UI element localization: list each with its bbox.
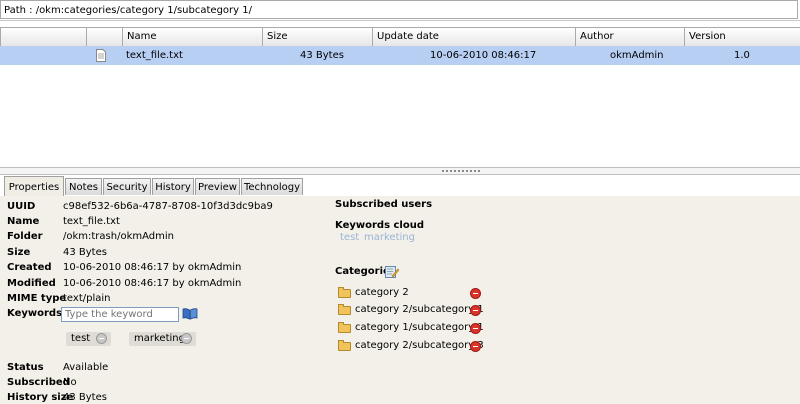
created-label: Created (7, 262, 52, 273)
cell-version: 1.0 (734, 50, 750, 61)
category-name: category 2/subcategory 3 (355, 340, 484, 351)
cloud-keyword[interactable]: test (340, 232, 359, 243)
status-label: Status (7, 362, 44, 373)
cell-author: okmAdmin (610, 50, 664, 61)
document-icon (96, 49, 106, 62)
subscribed-users-heading: Subscribed users (335, 199, 433, 210)
column-header-blank[interactable] (86, 28, 122, 46)
modified-label: Modified (7, 278, 56, 289)
name-label: Name (7, 216, 40, 227)
status-value: Available (63, 362, 109, 373)
folder-value: /okm:trash/okmAdmin (63, 231, 174, 242)
keywords-cloud-heading: Keywords cloud (335, 220, 425, 231)
table-row[interactable]: text_file.txt 43 Bytes 10-06-2010 08:46:… (0, 46, 800, 65)
remove-keyword-icon[interactable] (96, 333, 107, 344)
mime-type-value: text/plain (63, 293, 111, 304)
created-value: 10-06-2010 08:46:17 by okmAdmin (63, 262, 242, 273)
column-header-size[interactable]: Size (262, 28, 372, 46)
path-text: Path : /okm:categories/category 1/subcat… (4, 5, 252, 16)
size-label: Size (7, 247, 31, 258)
path-bar: Path : /okm:categories/category 1/subcat… (0, 0, 798, 19)
name-value: text_file.txt (63, 216, 120, 227)
tab-preview[interactable]: Preview (195, 178, 240, 195)
tab-properties[interactable]: Properties (4, 176, 64, 197)
folder-icon (338, 304, 351, 315)
category-row: category 2/subcategory 1 (338, 304, 488, 318)
keyword-chip-label: marketing (134, 333, 185, 344)
category-row: category 1/subcategory 1 (338, 322, 488, 336)
keyword-input[interactable] (61, 307, 179, 322)
subscribed-label: Subscribed (7, 377, 70, 388)
modified-value: 10-06-2010 08:46:17 by okmAdmin (63, 278, 242, 289)
tab-bar: Properties Notes Security History Previe… (0, 176, 800, 197)
column-header-author[interactable]: Author (575, 28, 684, 46)
splitter-grip-icon[interactable] (442, 169, 482, 173)
mime-type-label: MIME type (7, 293, 67, 304)
category-name: category 1/subcategory 1 (355, 322, 484, 333)
tab-security[interactable]: Security (103, 178, 151, 195)
uuid-label: UUID (7, 201, 36, 212)
column-header-name[interactable]: Name (122, 28, 262, 46)
cloud-keyword[interactable]: marketing (364, 232, 415, 243)
tab-notes[interactable]: Notes (65, 178, 102, 195)
thesaurus-book-icon[interactable] (182, 308, 198, 320)
keyword-chip: test (66, 332, 111, 346)
tab-technology[interactable]: Technology (241, 178, 303, 195)
keyword-chip-label: test (71, 333, 91, 344)
folder-icon (338, 340, 351, 351)
column-header-icon[interactable] (0, 28, 86, 46)
folder-icon (338, 322, 351, 333)
document-grid: Name Size Update date Author Version tex… (0, 20, 800, 168)
cell-update-date: 10-06-2010 08:46:17 (430, 50, 537, 61)
column-header-version[interactable]: Version (684, 28, 800, 46)
column-header-update-date[interactable]: Update date (372, 28, 575, 46)
tab-history[interactable]: History (152, 178, 194, 195)
keywords-label: Keywords (7, 308, 63, 319)
keyword-chip: marketing (129, 332, 196, 346)
category-row: category 2/subcategory 3 (338, 340, 488, 354)
grid-header: Name Size Update date Author Version (0, 27, 800, 47)
panel-splitter[interactable] (0, 167, 800, 175)
category-name: category 2 (355, 287, 409, 298)
category-name: category 2/subcategory 1 (355, 304, 484, 315)
subscribed-value: No (63, 377, 77, 388)
remove-category-icon[interactable] (470, 305, 481, 316)
properties-panel: UUID c98ef532-6b6a-4787-8708-10f3d3dc9ba… (0, 196, 800, 404)
remove-category-icon[interactable] (470, 288, 481, 299)
category-row: category 2 (338, 287, 488, 301)
size-value: 43 Bytes (63, 247, 107, 258)
uuid-value: c98ef532-6b6a-4787-8708-10f3d3dc9ba9 (63, 201, 273, 212)
folder-icon (338, 287, 351, 298)
history-size-value: 43 Bytes (63, 392, 107, 403)
cell-size: 43 Bytes (300, 50, 344, 61)
remove-category-icon[interactable] (470, 323, 481, 334)
edit-categories-icon[interactable] (385, 264, 400, 278)
remove-keyword-icon[interactable] (181, 333, 192, 344)
cell-name: text_file.txt (126, 50, 183, 61)
remove-category-icon[interactable] (470, 341, 481, 352)
folder-label: Folder (7, 231, 43, 242)
